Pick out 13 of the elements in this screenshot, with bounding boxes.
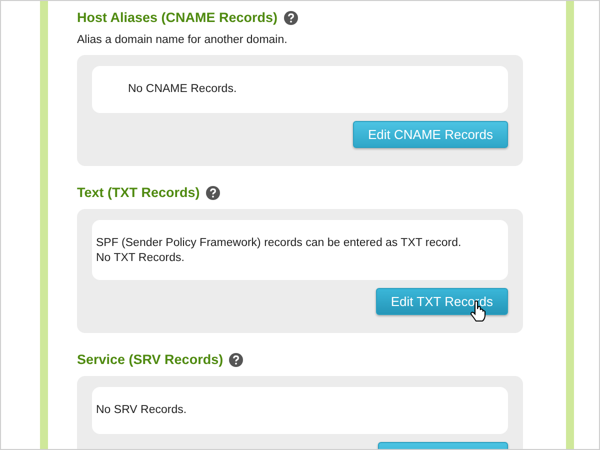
help-icon[interactable] (206, 186, 220, 200)
edit-records-button[interactable]: Edit CNAME Records (353, 121, 508, 148)
records-text: No SRV Records. (96, 403, 188, 418)
section-heading: Text (TXT Records) (77, 185, 200, 200)
section-heading: Service (SRV Records) (77, 352, 224, 367)
records-text: No CNAME Records. (128, 82, 238, 97)
section-description: Alias a domain name for another domain. (77, 34, 288, 46)
edit-records-button[interactable]: Edit TXT Records (376, 288, 508, 315)
help-icon[interactable] (284, 10, 298, 24)
section-heading: Host Aliases (CNAME Records) (77, 10, 278, 25)
help-icon[interactable] (229, 352, 244, 366)
records-text: SPF (Sender Policy Framework) records can be entered as TXT record. (96, 236, 462, 251)
records-text: No TXT Records. (96, 251, 186, 266)
